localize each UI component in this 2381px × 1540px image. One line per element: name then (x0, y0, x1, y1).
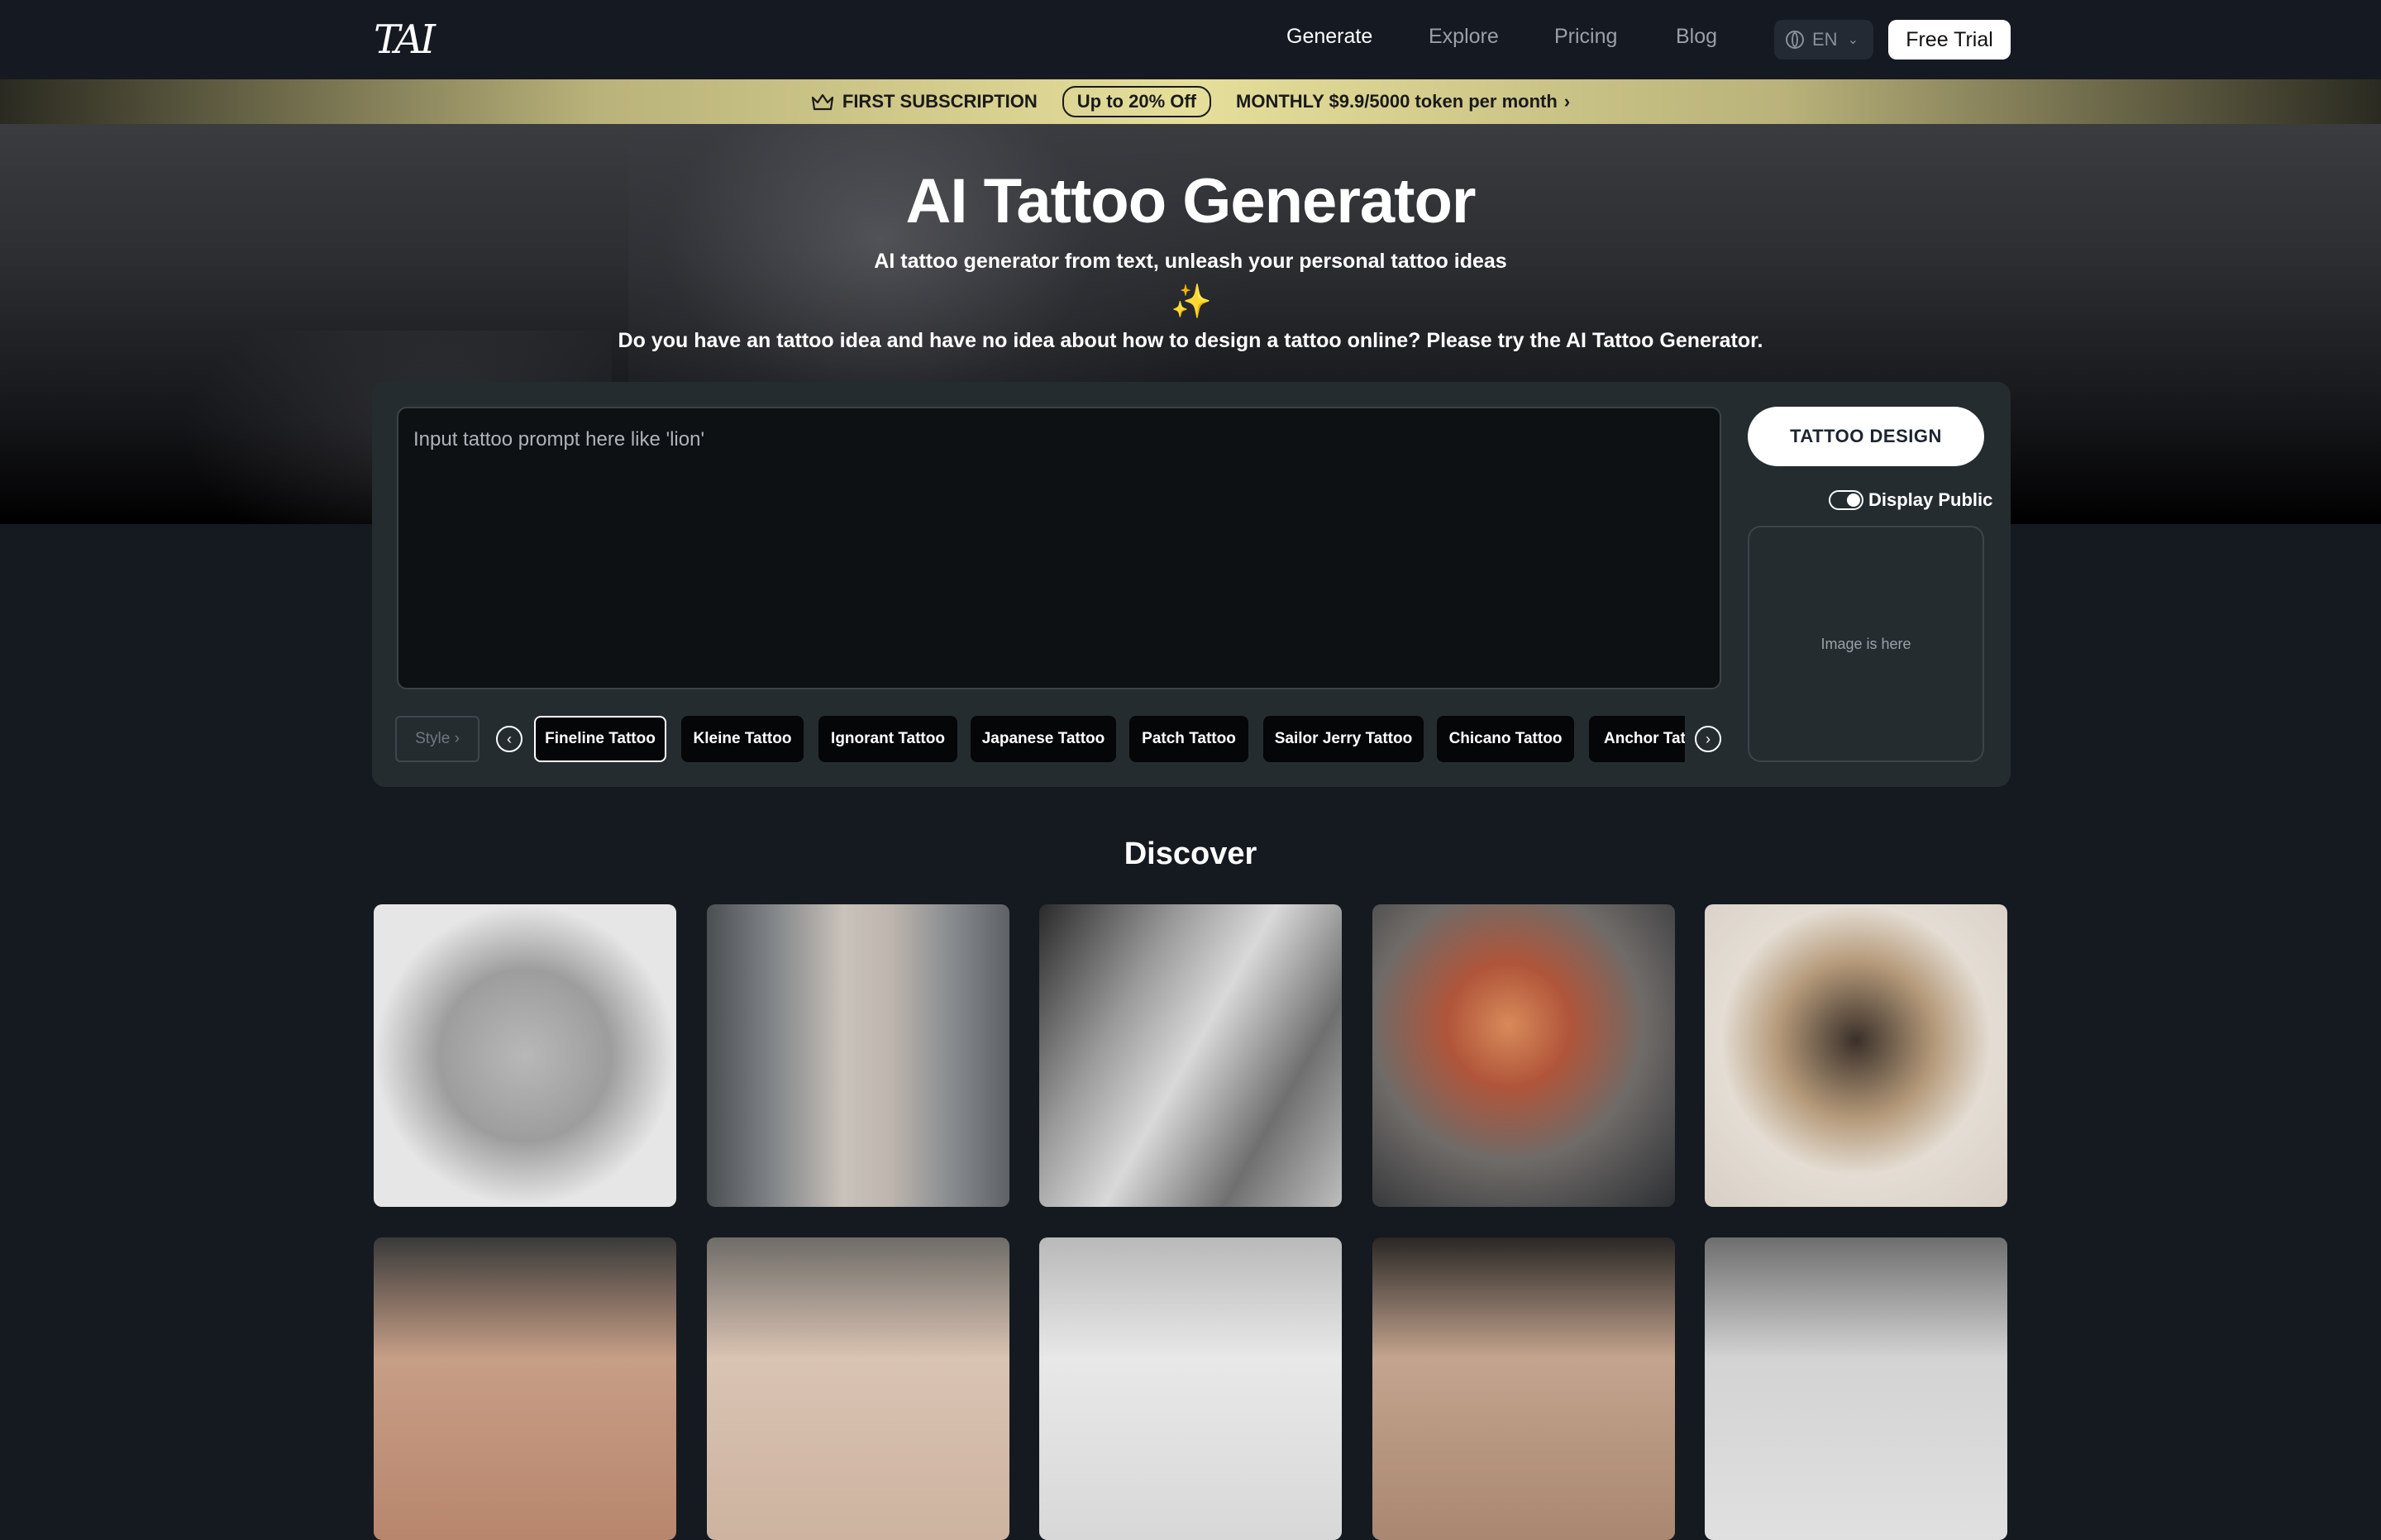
style-chip-patch[interactable]: Patch Tattoo (1129, 716, 1248, 762)
hero-subtitle: AI tattoo generator from text, unleash y… (874, 250, 1507, 273)
discover-tile-meerkat-illustration[interactable] (1705, 904, 2007, 1207)
promo-offer: MONTHLY $9.9/5000 token per month (1236, 91, 1558, 112)
style-chip-ignorant[interactable]: Ignorant Tattoo (818, 716, 957, 762)
style-chip-japanese[interactable]: Japanese Tattoo (971, 716, 1116, 762)
style-chip-chicano[interactable]: Chicano Tattoo (1437, 716, 1574, 762)
discount-badge: Up to 20% Off (1062, 86, 1212, 117)
discover-tile-floral-forearm-tattoo[interactable] (707, 904, 1009, 1207)
sparkle-icon: ✨ (1171, 284, 1212, 320)
language-code: EN (1812, 29, 1838, 50)
chevron-down-icon: ⌄ (1847, 33, 1859, 47)
chevron-left-icon[interactable]: ‹ (496, 726, 522, 752)
discover-tile-winged-emblem-sketch[interactable] (1039, 1237, 1342, 1540)
chevron-right-icon: › (1563, 91, 1571, 112)
style-chip-fineline[interactable]: Fineline Tattoo (534, 716, 666, 762)
logo[interactable]: TAI (374, 17, 440, 63)
page-title: AI Tattoo Generator (905, 166, 1477, 236)
image-preview: Image is here (1748, 526, 1984, 762)
promo-label: FIRST SUBSCRIPTION (842, 91, 1038, 112)
discover-tile-flower-sketch[interactable] (1705, 1237, 2007, 1540)
hero-description: Do you have an tattoo idea and have no i… (618, 329, 1763, 352)
display-public-toggle[interactable]: Display Public (1829, 488, 1992, 513)
free-trial-button[interactable]: Free Trial (1888, 20, 2011, 60)
toggle-knob (1847, 493, 1860, 507)
language-selector[interactable]: EN ⌄ (1774, 20, 1873, 60)
prompt-placeholder: Input tattoo prompt here like 'lion' (413, 428, 705, 451)
nav-explore[interactable]: Explore (1429, 25, 1499, 49)
discover-tile-lion-floral-sketch[interactable] (374, 904, 676, 1207)
discover-tile-woman-portrait-tattoo[interactable] (1372, 904, 1675, 1207)
globe-icon (1786, 31, 1804, 49)
top-navbar: TAI Generate Explore Pricing Blog EN ⌄ F… (0, 0, 2381, 79)
discover-tile-moon-star-tattoo[interactable] (374, 1237, 676, 1540)
style-chip-anchor[interactable]: Anchor Tattoo (1589, 716, 1685, 762)
discover-title: Discover (1124, 837, 1257, 871)
tattoo-design-button[interactable]: TATTOO DESIGN (1748, 407, 1984, 466)
display-public-label: Display Public (1868, 489, 1993, 510)
nav-generate[interactable]: Generate (1286, 25, 1372, 49)
style-chip-sailor-jerry[interactable]: Sailor Jerry Tattoo (1263, 716, 1424, 762)
toggle-switch[interactable] (1829, 490, 1863, 510)
promo-banner[interactable]: FIRST SUBSCRIPTION Up to 20% Off MONTHLY… (0, 79, 2381, 124)
discover-tile-arm-tattoo[interactable] (707, 1237, 1009, 1540)
discover-tile-compass-tattoo[interactable] (1372, 1237, 1675, 1540)
discover-tile-portrait-roses-tattoo[interactable] (1039, 904, 1342, 1207)
chevron-right-icon[interactable]: › (1695, 726, 1721, 752)
nav-pricing[interactable]: Pricing (1554, 25, 1617, 49)
image-placeholder-text: Image is here (1820, 635, 1911, 652)
style-chip-kleine[interactable]: Kleine Tattoo (681, 716, 804, 762)
style-button[interactable]: Style › (395, 716, 480, 762)
prompt-input[interactable]: Input tattoo prompt here like 'lion' (397, 407, 1721, 689)
nav-blog[interactable]: Blog (1676, 25, 1717, 49)
style-chips: Fineline Tattoo Kleine Tattoo Ignorant T… (534, 716, 1685, 764)
crown-icon (811, 93, 833, 111)
